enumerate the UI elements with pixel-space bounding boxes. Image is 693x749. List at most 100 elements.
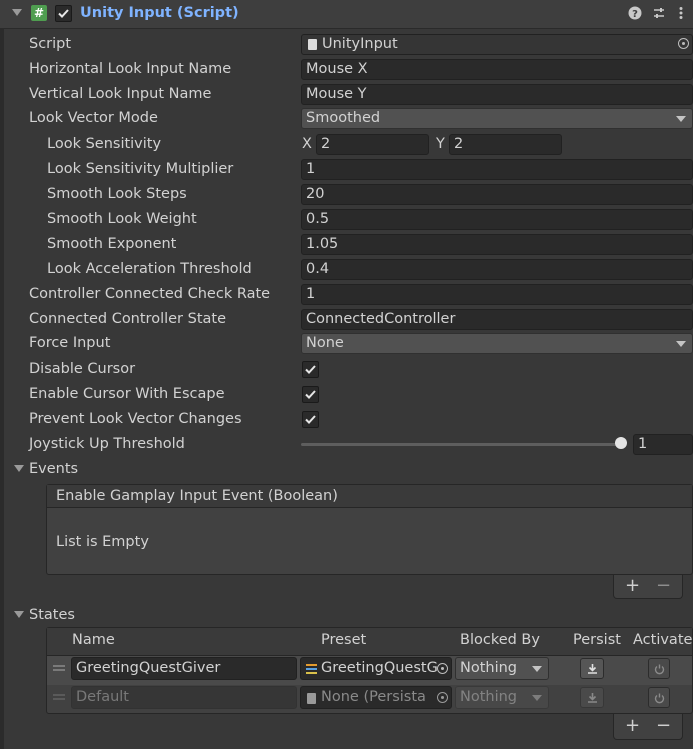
state-remove-button[interactable]: − bbox=[656, 717, 671, 735]
download-icon bbox=[588, 664, 597, 674]
object-picker-icon[interactable] bbox=[678, 38, 689, 49]
joystick-up-threshold-input[interactable]: 1 bbox=[633, 434, 693, 455]
column-activate: Activate bbox=[633, 632, 693, 648]
state-add-button[interactable]: + bbox=[625, 717, 640, 735]
state-blocked-by-dropdown[interactable]: Nothing bbox=[455, 657, 549, 680]
foldout-arrow-icon[interactable] bbox=[12, 9, 22, 16]
chevron-down-icon bbox=[532, 695, 542, 701]
state-persist-button[interactable] bbox=[580, 687, 604, 708]
event-remove-button[interactable]: − bbox=[656, 577, 671, 595]
state-preset-value: None (Persista bbox=[321, 689, 426, 705]
horizontal-look-label: Horizontal Look Input Name bbox=[29, 61, 232, 77]
look-vector-mode-dropdown[interactable]: Smoothed bbox=[301, 108, 693, 129]
component-enabled-checkbox[interactable] bbox=[55, 5, 72, 22]
state-preset-field[interactable]: None (Persista bbox=[300, 686, 452, 709]
state-preset-field[interactable]: GreetingQuestG bbox=[300, 657, 452, 680]
smooth-exponent-input[interactable]: 1.05 bbox=[301, 234, 693, 255]
disable-cursor-checkbox[interactable] bbox=[302, 361, 319, 378]
checkmark-icon bbox=[305, 365, 316, 374]
event-footer: + − bbox=[613, 575, 683, 599]
script-label: Script bbox=[29, 36, 72, 52]
inspector-left-strip bbox=[0, 28, 4, 749]
svg-text:?: ? bbox=[632, 9, 638, 20]
state-activate-button[interactable] bbox=[648, 658, 670, 679]
script-field[interactable]: UnityInput bbox=[301, 34, 693, 55]
column-persist: Persist bbox=[573, 632, 621, 648]
chevron-down-icon bbox=[532, 666, 542, 672]
state-blocked-by-value: Nothing bbox=[460, 689, 518, 705]
enable-cursor-escape-label: Enable Cursor With Escape bbox=[29, 386, 225, 402]
look-vector-mode-label: Look Vector Mode bbox=[29, 110, 158, 126]
object-picker-icon[interactable] bbox=[437, 663, 448, 674]
look-vector-mode-value: Smoothed bbox=[306, 110, 381, 126]
preset-icon bbox=[306, 664, 317, 674]
help-icon[interactable]: ? bbox=[628, 6, 642, 20]
prevent-look-vector-label: Prevent Look Vector Changes bbox=[29, 411, 242, 427]
look-sensitivity-multiplier-input[interactable]: 1 bbox=[301, 159, 693, 180]
events-label: Events bbox=[29, 461, 79, 477]
drag-handle-icon[interactable] bbox=[53, 694, 65, 696]
download-icon bbox=[588, 693, 597, 703]
prevent-look-vector-checkbox[interactable] bbox=[302, 411, 319, 428]
event-panel: Enable Gamplay Input Event (Boolean) Lis… bbox=[46, 484, 693, 575]
component-title: Unity Input (Script) bbox=[80, 5, 239, 21]
joystick-slider-track[interactable] bbox=[301, 443, 621, 446]
look-sensitivity-x-label: X bbox=[302, 136, 312, 152]
connected-controller-state-input[interactable]: ConnectedController bbox=[301, 309, 693, 330]
power-icon bbox=[654, 693, 665, 704]
script-value: UnityInput bbox=[322, 36, 398, 52]
smooth-look-steps-input[interactable]: 20 bbox=[301, 184, 693, 205]
states-footer: + − bbox=[613, 714, 683, 740]
force-input-label: Force Input bbox=[29, 335, 111, 351]
look-sensitivity-y-label: Y bbox=[436, 136, 445, 152]
joystick-slider-thumb[interactable] bbox=[615, 437, 627, 449]
look-sensitivity-multiplier-label: Look Sensitivity Multiplier bbox=[47, 161, 234, 177]
column-preset: Preset bbox=[321, 632, 367, 648]
state-blocked-by-value: Nothing bbox=[460, 660, 518, 676]
drag-handle-icon[interactable] bbox=[53, 665, 65, 667]
controller-check-rate-input[interactable]: 1 bbox=[301, 284, 693, 305]
object-picker-icon[interactable] bbox=[437, 692, 448, 703]
look-acceleration-threshold-label: Look Acceleration Threshold bbox=[47, 261, 252, 277]
state-preset-value: GreetingQuestG bbox=[321, 660, 438, 676]
look-sensitivity-label: Look Sensitivity bbox=[47, 136, 162, 152]
smooth-look-weight-input[interactable]: 0.5 bbox=[301, 209, 693, 230]
controller-check-rate-label: Controller Connected Check Rate bbox=[29, 286, 271, 302]
look-acceleration-threshold-input[interactable]: 0.4 bbox=[301, 259, 693, 280]
states-foldout-icon[interactable] bbox=[14, 611, 24, 618]
state-name-input[interactable]: GreetingQuestGiver bbox=[71, 657, 297, 680]
look-sensitivity-x-input[interactable]: 2 bbox=[316, 134, 429, 155]
event-header-label: Enable Gamplay Input Event (Boolean) bbox=[56, 488, 338, 504]
power-icon bbox=[654, 664, 665, 675]
force-input-dropdown[interactable]: None bbox=[301, 333, 693, 354]
checkmark-icon bbox=[305, 390, 316, 399]
file-icon bbox=[307, 693, 316, 704]
script-file-icon bbox=[308, 39, 317, 50]
smooth-look-steps-label: Smooth Look Steps bbox=[47, 186, 187, 202]
horizontal-look-input[interactable]: Mouse X bbox=[301, 59, 693, 80]
events-foldout-icon[interactable] bbox=[14, 465, 24, 472]
chevron-down-icon bbox=[676, 116, 686, 122]
smooth-exponent-label: Smooth Exponent bbox=[47, 236, 177, 252]
states-label: States bbox=[29, 607, 75, 623]
state-activate-button[interactable] bbox=[648, 687, 670, 708]
smooth-look-weight-label: Smooth Look Weight bbox=[47, 211, 197, 227]
event-add-button[interactable]: + bbox=[625, 577, 640, 595]
more-options-icon[interactable] bbox=[674, 6, 688, 20]
look-sensitivity-y-input[interactable]: 2 bbox=[449, 134, 562, 155]
event-empty-text: List is Empty bbox=[56, 534, 149, 550]
chevron-down-icon bbox=[676, 341, 686, 347]
vertical-look-label: Vertical Look Input Name bbox=[29, 86, 212, 102]
state-persist-button[interactable] bbox=[580, 658, 604, 679]
state-blocked-by-dropdown[interactable]: Nothing bbox=[455, 686, 549, 709]
preset-sliders-icon[interactable] bbox=[652, 6, 666, 20]
connected-controller-state-label: Connected Controller State bbox=[29, 311, 227, 327]
component-header[interactable]: # Unity Input (Script) ? bbox=[0, 0, 693, 29]
disable-cursor-label: Disable Cursor bbox=[29, 361, 136, 377]
joystick-up-threshold-label: Joystick Up Threshold bbox=[29, 436, 185, 452]
vertical-look-input[interactable]: Mouse Y bbox=[301, 84, 693, 105]
force-input-value: None bbox=[306, 335, 344, 351]
column-blocked-by: Blocked By bbox=[460, 632, 540, 648]
state-name-input[interactable]: Default bbox=[71, 686, 297, 709]
enable-cursor-escape-checkbox[interactable] bbox=[302, 386, 319, 403]
